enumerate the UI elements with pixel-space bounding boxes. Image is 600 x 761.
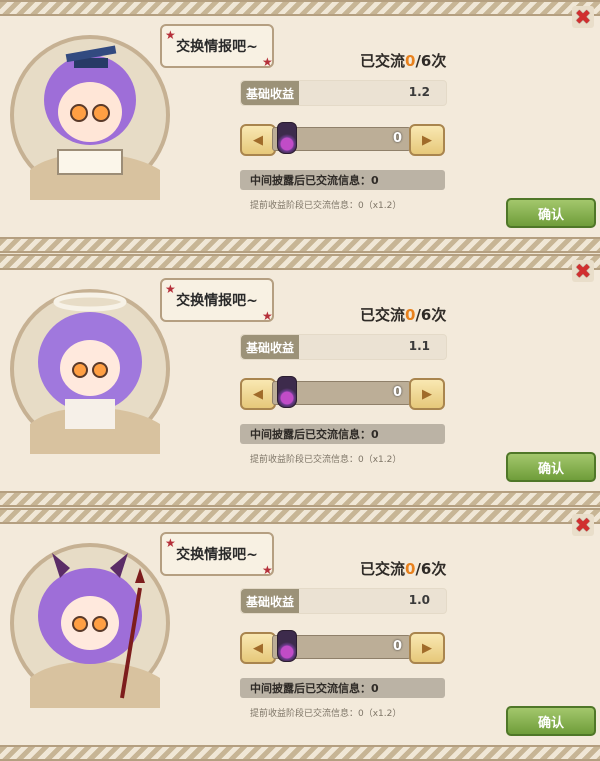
confirm-button[interactable]: 确认 <box>506 452 596 482</box>
exchange-panel-2: ✖ 交换情报吧~ ★ ★ 已交流0/6次 基础收益 1.1 ◀ 0 ▶ 中间披露… <box>0 254 600 507</box>
base-income-row: 基础收益 1.1 <box>240 334 447 360</box>
confirm-button[interactable]: 确认 <box>506 706 596 736</box>
early-income-info: 提前收益阶段已交流信息：0（x1.2） <box>250 455 402 465</box>
base-income-label: 基础收益 <box>241 81 299 105</box>
exchange-count-prefix: 已交流 <box>360 560 406 578</box>
quantity-value: 0 <box>392 385 402 400</box>
decorative-star-icon: ★ <box>165 28 176 42</box>
exchange-count-value: 0 <box>405 52 416 70</box>
chevron-right-icon: ▶ <box>422 132 432 148</box>
decorative-star-icon: ★ <box>262 309 273 323</box>
potion-bottle-icon <box>277 376 297 408</box>
decrease-button[interactable]: ◀ <box>240 378 276 410</box>
panel-border-top <box>0 0 600 16</box>
exchange-count-suffix: /6次 <box>415 560 447 578</box>
decorative-star-icon: ★ <box>262 55 273 69</box>
exchange-panel-1: ✖ 交换情报吧~ ★ ★ 已交流0/6次 基础收益 1.2 ◀ 0 ▶ 中间披露… <box>0 0 600 253</box>
exchange-panel-3: ✖ 交换情报吧~ ★ ★ 已交流0/6次 基础收益 1.0 ◀ 0 ▶ 中间披露… <box>0 508 600 761</box>
chevron-left-icon: ◀ <box>253 386 263 402</box>
quantity-track[interactable]: 0 <box>272 122 411 154</box>
decrease-button[interactable]: ◀ <box>240 124 276 156</box>
close-button[interactable]: ✖ <box>572 6 594 28</box>
increase-button[interactable]: ▶ <box>409 378 445 410</box>
exchange-count-value: 0 <box>405 306 416 324</box>
base-income-value: 1.2 <box>408 85 430 99</box>
exchange-count-title: 已交流0/6次 <box>360 304 446 325</box>
quantity-track[interactable]: 0 <box>272 376 411 408</box>
panel-border-bottom <box>0 745 600 761</box>
exchange-count-title: 已交流0/6次 <box>360 50 446 71</box>
chevron-right-icon: ▶ <box>422 386 432 402</box>
close-icon: ✖ <box>574 5 592 29</box>
base-income-label: 基础收益 <box>241 589 299 613</box>
early-income-info: 提前收益阶段已交流信息：0（x1.2） <box>250 201 402 211</box>
exchange-count-prefix: 已交流 <box>360 306 406 324</box>
chevron-left-icon: ◀ <box>253 640 263 656</box>
decrease-button[interactable]: ◀ <box>240 632 276 664</box>
speech-bubble: 交换情报吧~ <box>160 278 274 322</box>
quantity-stepper: ◀ 0 ▶ <box>240 376 445 410</box>
exchange-count-suffix: /6次 <box>415 306 447 324</box>
close-button[interactable]: ✖ <box>572 260 594 282</box>
character-portrait-scholar <box>10 35 170 200</box>
base-income-value: 1.0 <box>408 593 430 607</box>
quantity-value: 0 <box>392 131 402 146</box>
panel-border-top <box>0 508 600 524</box>
exchange-count-value: 0 <box>405 560 416 578</box>
potion-bottle-icon <box>277 630 297 662</box>
exchange-count-prefix: 已交流 <box>360 52 406 70</box>
exchange-count-suffix: /6次 <box>415 52 447 70</box>
character-portrait-devil <box>10 543 170 708</box>
speech-bubble: 交换情报吧~ <box>160 532 274 576</box>
decorative-star-icon: ★ <box>165 536 176 550</box>
potion-bottle-icon <box>277 122 297 154</box>
close-icon: ✖ <box>574 259 592 283</box>
confirm-button[interactable]: 确认 <box>506 198 596 228</box>
reveal-info: 中间披露后已交流信息：0 <box>240 424 445 444</box>
quantity-value: 0 <box>392 639 402 654</box>
base-income-row: 基础收益 1.2 <box>240 80 447 106</box>
reveal-info: 中间披露后已交流信息：0 <box>240 170 445 190</box>
early-income-info: 提前收益阶段已交流信息：0（x1.2） <box>250 709 402 719</box>
close-button[interactable]: ✖ <box>572 514 594 536</box>
speech-bubble: 交换情报吧~ <box>160 24 274 68</box>
chevron-left-icon: ◀ <box>253 132 263 148</box>
base-income-value: 1.1 <box>408 339 430 353</box>
close-icon: ✖ <box>574 513 592 537</box>
panel-border-bottom <box>0 237 600 253</box>
increase-button[interactable]: ▶ <box>409 124 445 156</box>
base-income-row: 基础收益 1.0 <box>240 588 447 614</box>
increase-button[interactable]: ▶ <box>409 632 445 664</box>
chevron-right-icon: ▶ <box>422 640 432 656</box>
panel-border-top <box>0 254 600 270</box>
decorative-star-icon: ★ <box>262 563 273 577</box>
exchange-count-title: 已交流0/6次 <box>360 558 446 579</box>
base-income-label: 基础收益 <box>241 335 299 359</box>
quantity-stepper: ◀ 0 ▶ <box>240 630 445 664</box>
reveal-info: 中间披露后已交流信息：0 <box>240 678 445 698</box>
panel-border-bottom <box>0 491 600 507</box>
quantity-stepper: ◀ 0 ▶ <box>240 122 445 156</box>
quantity-track[interactable]: 0 <box>272 630 411 662</box>
character-portrait-angel <box>10 289 170 454</box>
decorative-star-icon: ★ <box>165 282 176 296</box>
